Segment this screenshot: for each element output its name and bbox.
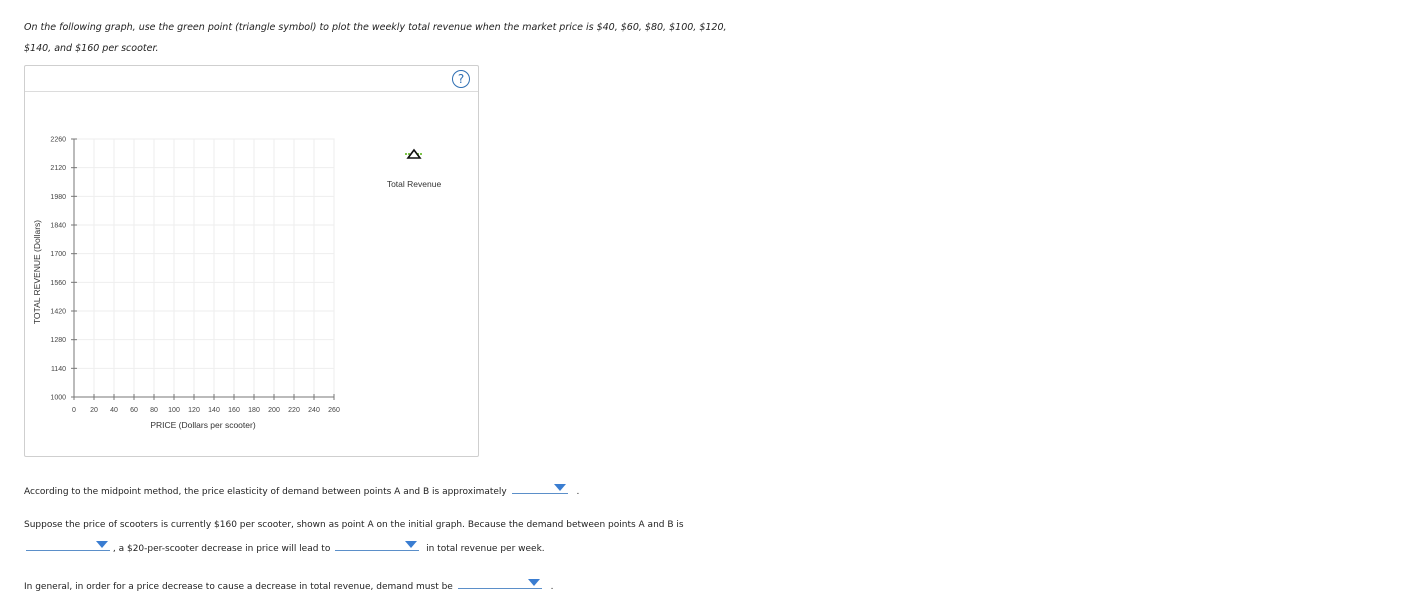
x-tick-label: 240 — [308, 407, 320, 414]
revenue-change-dropdown[interactable] — [335, 538, 420, 551]
chevron-down-icon — [405, 541, 418, 548]
elasticity-dropdown[interactable] — [511, 481, 568, 494]
chevron-down-icon — [527, 579, 540, 586]
x-tick-label: 180 — [248, 407, 260, 414]
y-axis-title: TOTAL REVENUE (Dollars) — [32, 220, 42, 324]
question-3-text: In general, in order for a price decreas… — [24, 582, 453, 592]
y-tick-label: 2120 — [50, 165, 66, 172]
demand-condition-dropdown[interactable] — [457, 576, 542, 589]
y-tick-label: 1980 — [50, 194, 66, 201]
question-1: According to the midpoint method, the pr… — [24, 481, 579, 499]
demand-type-dropdown[interactable] — [26, 538, 110, 551]
question-3: In general, in order for a price decreas… — [24, 576, 553, 594]
revenue-graph: 0 20 40 60 80 100 120 140 160 180 200 220 240 260 2260… — [32, 137, 442, 431]
y-tick-label: 1420 — [50, 309, 66, 316]
instructions-line-2: $140, and $160 per scooter. — [24, 43, 159, 54]
x-tick-label: 60 — [130, 407, 138, 414]
x-tick-label: 100 — [168, 407, 180, 414]
y-tick-label: 1280 — [50, 337, 66, 344]
legend-label: Total Revenue — [387, 179, 442, 189]
question-1-end: . — [576, 487, 580, 497]
x-tick-label: 120 — [188, 407, 200, 414]
x-tick-label: 140 — [208, 407, 220, 414]
instructions: On the following graph, use the green po… — [24, 17, 784, 59]
y-tick-label: 2260 — [50, 137, 66, 144]
question-3-end: . — [550, 582, 554, 592]
x-tick-label: 260 — [328, 407, 340, 414]
graph-panel: ? 0 20 40 60 80 100 120 140 160 180 200 220 240 260 22… — [24, 65, 479, 457]
y-tick-label: 1140 — [51, 366, 66, 373]
y-tick-label: 1000 — [50, 395, 66, 402]
question-2-line-1: Suppose the price of scooters is current… — [24, 520, 684, 530]
question-1-text: According to the midpoint method, the pr… — [24, 487, 507, 497]
x-tick-label: 80 — [150, 407, 158, 414]
plot-frame — [73, 138, 335, 398]
question-2-line-2: , a $20-per-scooter decrease in price wi… — [26, 538, 545, 556]
x-tick-label: 0 — [72, 407, 76, 414]
x-tick-label: 40 — [110, 407, 118, 414]
y-tick-label: 1700 — [50, 251, 66, 258]
y-tick-label: 1560 — [50, 280, 66, 287]
x-tick-label: 200 — [268, 407, 280, 414]
question-2-mid: , a $20-per-scooter decrease in price wi… — [112, 544, 331, 554]
chevron-down-icon — [553, 484, 566, 491]
y-tick-label: 1840 — [50, 223, 66, 230]
chevron-down-icon — [96, 541, 108, 548]
legend-triangle-tool[interactable] — [405, 148, 423, 159]
x-tick-label: 20 — [90, 407, 98, 414]
instructions-line-1: On the following graph, use the green po… — [24, 22, 727, 33]
x-tick-label: 220 — [288, 407, 300, 414]
x-tick-label: 160 — [228, 407, 240, 414]
grid — [73, 138, 335, 398]
x-axis-title: PRICE (Dollars per scooter) — [150, 420, 256, 430]
question-2-end: in total revenue per week. — [426, 544, 545, 554]
